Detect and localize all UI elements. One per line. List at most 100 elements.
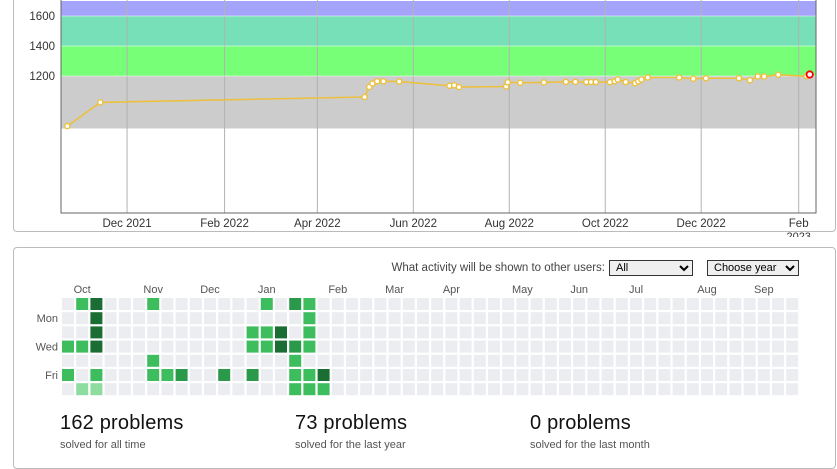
activity-cell — [630, 369, 642, 381]
activity-cell — [331, 369, 344, 381]
activity-cell — [388, 340, 401, 353]
activity-cell — [218, 326, 231, 339]
month-label: Jun — [570, 284, 588, 296]
activity-cell — [147, 369, 160, 381]
activity-cell — [772, 340, 784, 353]
stat-caption: solved for the last year — [295, 439, 406, 451]
activity-cell — [118, 383, 131, 396]
activity-cell — [104, 340, 117, 353]
activity-cell — [161, 354, 174, 367]
activity-cell — [473, 383, 486, 396]
activity-cell — [76, 298, 89, 310]
rating-point — [373, 77, 381, 85]
activity-cell — [331, 383, 344, 396]
activity-cell — [331, 326, 344, 339]
activity-cell — [459, 326, 472, 339]
activity-cell — [118, 354, 131, 367]
rating-point — [516, 79, 524, 87]
activity-cell — [303, 298, 316, 310]
activity-cell — [601, 326, 614, 339]
x-tick-label: Dec 2022 — [677, 218, 726, 230]
rating-point — [760, 73, 768, 80]
activity-cell — [658, 383, 671, 396]
activity-cell — [133, 354, 145, 367]
activity-cell — [615, 383, 628, 396]
activity-cell — [488, 383, 500, 396]
activity-cell — [516, 383, 529, 396]
rating-point — [754, 73, 762, 80]
rating-band — [61, 1, 816, 16]
activity-cell — [402, 298, 415, 310]
activity-cell — [729, 354, 742, 367]
activity-cell — [104, 354, 117, 367]
day-label: Fri — [45, 370, 58, 382]
rating-point — [774, 71, 782, 79]
activity-cell — [630, 326, 642, 339]
activity-cell — [715, 298, 728, 310]
x-tick-label: Dec 2021 — [102, 218, 151, 230]
activity-cell — [147, 326, 160, 339]
activity-cell — [260, 312, 273, 325]
activity-cell — [743, 312, 756, 325]
activity-cell — [232, 340, 245, 353]
activity-cell — [672, 326, 685, 339]
month-label: Feb — [328, 284, 347, 296]
activity-cell — [615, 326, 628, 339]
activity-cell — [147, 298, 160, 310]
activity-cell — [615, 340, 628, 353]
activity-cell — [317, 312, 330, 325]
activity-cell — [133, 383, 145, 396]
activity-cell — [232, 383, 245, 396]
activity-cell — [62, 298, 74, 310]
activity-cell — [601, 354, 614, 367]
stat-last-year: 73 problems solved for the last year — [295, 412, 407, 451]
activity-cell — [289, 354, 302, 367]
activity-cell — [743, 326, 756, 339]
activity-cell — [757, 383, 770, 396]
activity-cell — [204, 354, 216, 367]
activity-cell — [587, 383, 600, 396]
activity-cell — [431, 383, 444, 396]
activity-cell — [275, 369, 287, 381]
activity-cell — [573, 369, 586, 381]
activity-cell — [502, 312, 515, 325]
activity-cell — [133, 326, 145, 339]
activity-cell — [630, 340, 642, 353]
activity-cell — [246, 383, 259, 396]
activity-cell — [743, 354, 756, 367]
stat-caption: solved for all time — [60, 439, 146, 451]
activity-cell — [275, 298, 287, 310]
month-label: Apr — [443, 284, 460, 296]
activity-cell — [686, 354, 699, 367]
activity-cell — [289, 298, 302, 310]
activity-cell — [204, 298, 216, 310]
month-label: Nov — [143, 284, 163, 296]
visibility-select[interactable]: All — [609, 260, 693, 276]
year-select[interactable]: Choose year — [707, 260, 799, 276]
activity-cell — [417, 383, 429, 396]
activity-cell — [388, 326, 401, 339]
activity-cell — [644, 354, 657, 367]
activity-cell — [175, 326, 188, 339]
activity-cell — [587, 354, 600, 367]
activity-cell — [658, 326, 671, 339]
activity-cell — [431, 369, 444, 381]
activity-cell — [615, 298, 628, 310]
activity-cell — [559, 298, 571, 310]
activity-cell — [445, 354, 458, 367]
activity-cell — [701, 383, 713, 396]
activity-cell — [175, 298, 188, 310]
activity-cell — [303, 369, 316, 381]
activity-cell — [544, 354, 557, 367]
activity-cell — [417, 354, 429, 367]
rating-point — [395, 78, 403, 85]
activity-cell — [232, 298, 245, 310]
activity-cell — [161, 369, 174, 381]
activity-cell — [90, 340, 103, 353]
activity-cell — [118, 298, 131, 310]
activity-cell — [757, 340, 770, 353]
activity-cell — [544, 369, 557, 381]
activity-cell — [204, 340, 216, 353]
activity-cell — [402, 340, 415, 353]
activity-cell — [530, 369, 543, 381]
